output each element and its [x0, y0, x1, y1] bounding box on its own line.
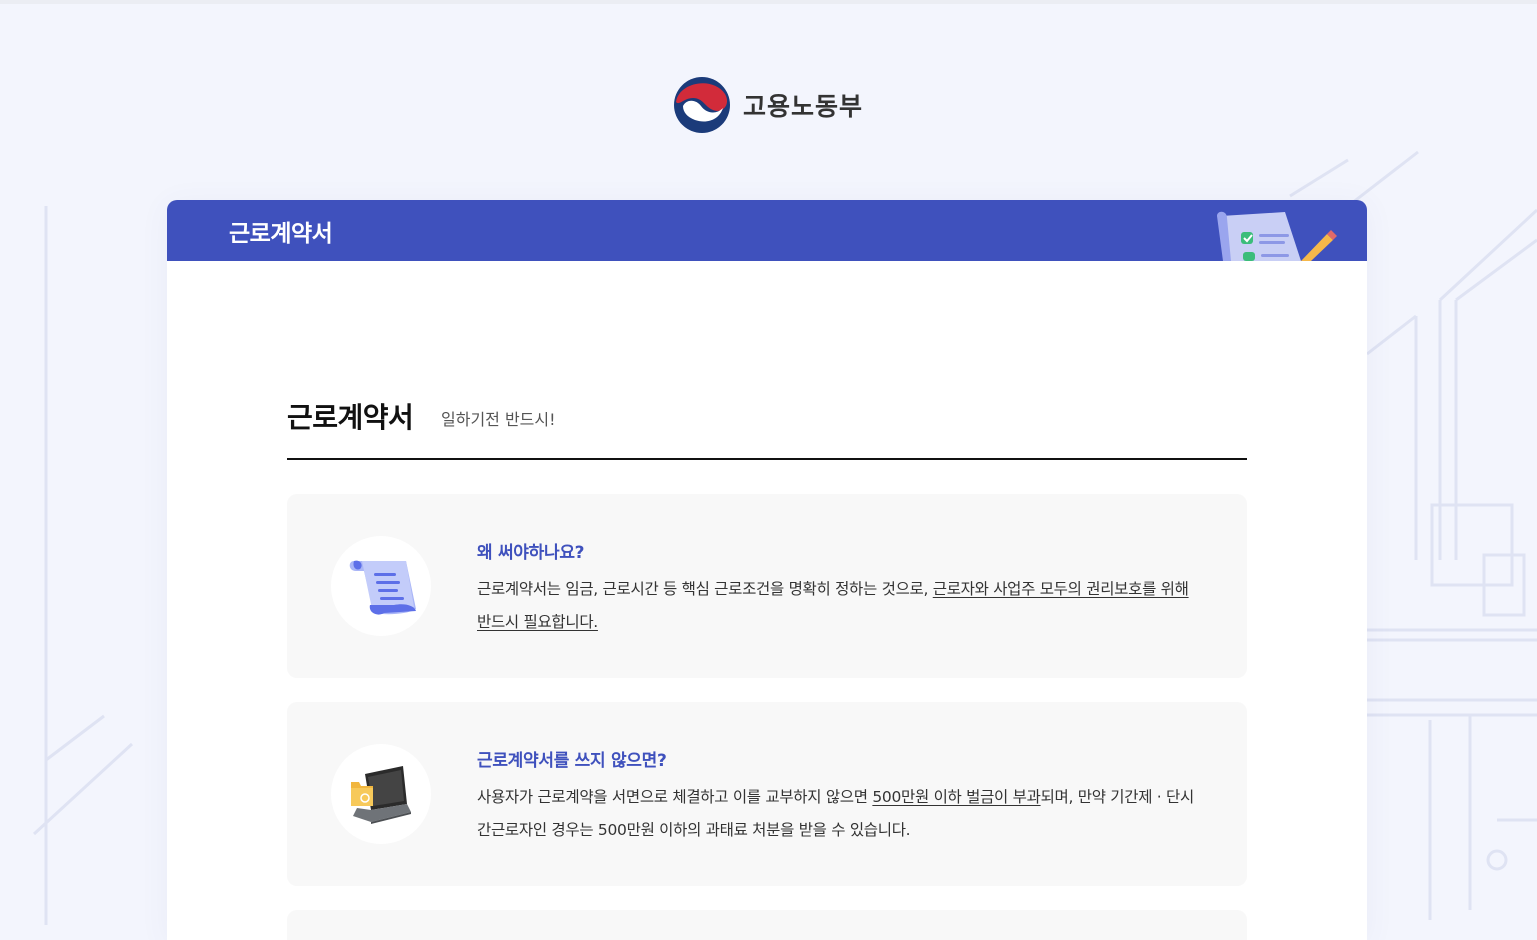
taegeuk-emblem-icon	[674, 77, 730, 133]
item-body-text: 근로계약서는 임금, 근로시간 등 핵심 근로조건을 명확히 정하는 것으로,	[477, 580, 933, 598]
card-header: 근로계약서	[167, 200, 1367, 261]
item-body-text: 사용자가 근로계약을 서면으로 체결하고 이를 교부하지 않으면	[477, 788, 873, 806]
icon-circle	[331, 536, 431, 636]
info-box-next	[287, 910, 1247, 940]
section-subtitle: 일하기전 반드시!	[441, 410, 556, 429]
contract-card: 근로계약서 근로계약서 일하기전 반드시! 왜 써야하나요? 근로계약서는 임금…	[167, 200, 1367, 940]
item-title: 근로계약서를 쓰지 않으면?	[477, 751, 667, 771]
checklist-pencil-icon	[1217, 211, 1337, 261]
item-body: 근로계약서는 임금, 근로시간 등 핵심 근로조건을 명확히 정하는 것으로, …	[477, 573, 1197, 639]
section-title: 근로계약서	[287, 401, 414, 434]
laptop-folder-icon	[351, 766, 411, 824]
info-box-why: 왜 써야하나요? 근로계약서는 임금, 근로시간 등 핵심 근로조건을 명확히 …	[287, 494, 1247, 678]
scroll-document-icon	[349, 560, 416, 615]
info-box-penalty: 근로계약서를 쓰지 않으면? 사용자가 근로계약을 서면으로 체결하고 이를 교…	[287, 702, 1247, 886]
icon-circle	[331, 744, 431, 844]
ministry-name: 고용노동부	[743, 92, 864, 121]
card-header-title: 근로계약서	[229, 221, 333, 247]
section-heading: 근로계약서 일하기전 반드시!	[287, 396, 1247, 460]
ministry-logo[interactable]: 고용노동부	[673, 76, 863, 134]
item-body-emphasis: 500만원 이하 벌금이 부과	[872, 788, 1041, 806]
item-title: 왜 써야하나요?	[477, 543, 585, 563]
item-body: 사용자가 근로계약을 서면으로 체결하고 이를 교부하지 않으면 500만원 이…	[477, 781, 1197, 847]
